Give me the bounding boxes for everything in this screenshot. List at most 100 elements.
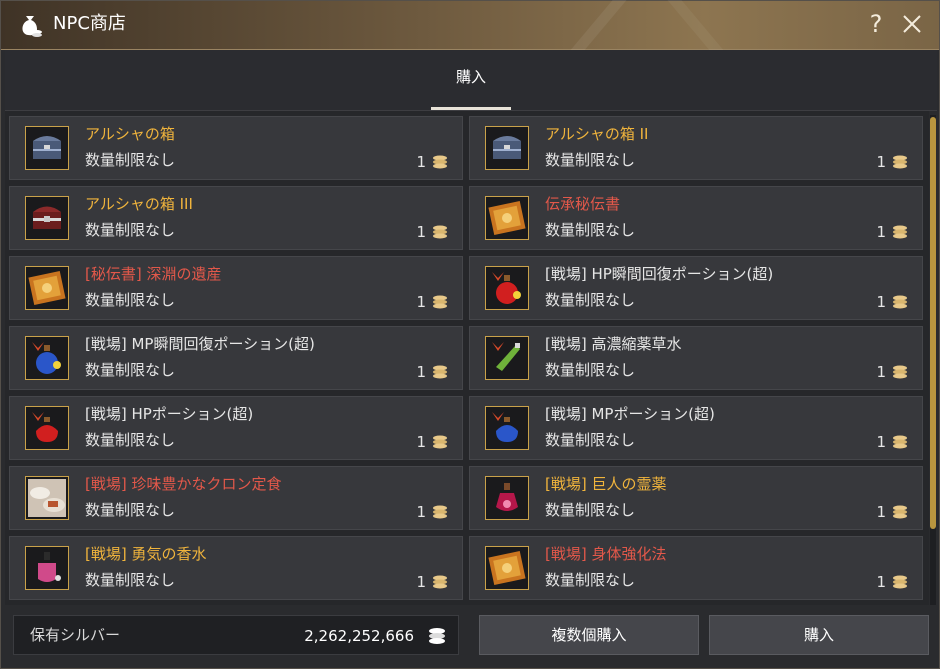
silver-balance: 保有シルバー 2,262,252,666 [13,615,459,655]
shop-item[interactable]: [戦場] HPポーション(超) 数量制限なし 1 [9,396,463,460]
item-price: 1 [416,223,426,241]
item-name: [戦場] MPポーション(超) [545,405,715,423]
item-limit: 数量制限なし [85,361,176,379]
coin-stack-icon [892,504,908,520]
coin-stack-icon [432,294,448,310]
tome-icon [485,546,529,590]
item-price: 1 [416,573,426,591]
meal-icon [25,476,69,520]
window-title: NPC商店 [53,13,126,34]
item-name: [戦場] 珍味豊かなクロン定食 [85,475,282,493]
scrollbar-thumb[interactable] [930,117,936,529]
shop-item[interactable]: [戦場] HP瞬間回復ポーション(超) 数量制限なし 1 [469,256,923,320]
tome-icon [25,266,69,310]
hp-potion-icon [485,266,529,310]
coin-stack-icon [432,434,448,450]
shop-item[interactable]: [戦場] 珍味豊かなクロン定食 数量制限なし 1 [9,466,463,530]
elixir-icon [485,476,529,520]
item-limit: 数量制限なし [545,151,636,169]
footer: 保有シルバー 2,262,252,666 複数個購入 購入 [1,606,939,668]
item-name: [戦場] HP瞬間回復ポーション(超) [545,265,774,283]
npc-shop-window: NPC商店 ? 購入 アルシャの箱 数量制限なし 1 アルシャの箱 II 数量制限なし 1… [0,0,940,669]
item-limit: 数量制限なし [85,571,176,589]
item-price: 1 [876,363,886,381]
item-price: 1 [416,293,426,311]
perfume-icon [25,546,69,590]
item-limit: 数量制限なし [545,221,636,239]
item-name: アルシャの箱 II [545,125,649,143]
item-limit: 数量制限なし [545,501,636,519]
item-limit: 数量制限なし [545,431,636,449]
coin-stack-icon [892,224,908,240]
item-price: 1 [876,293,886,311]
item-limit: 数量制限なし [85,431,176,449]
item-limit: 数量制限なし [545,571,636,589]
shop-item[interactable]: アルシャの箱 II 数量制限なし 1 [469,116,923,180]
shop-item[interactable]: 伝承秘伝書数量制限なし 1 [469,186,923,250]
item-price: 1 [416,503,426,521]
shop-item[interactable]: [戦場] 巨人の霊薬 数量制限なし 1 [469,466,923,530]
item-name: [戦場] 巨人の霊薬 [545,475,667,493]
item-limit: 数量制限なし [545,291,636,309]
shop-item[interactable]: [戦場] 勇気の香水 数量制限なし 1 [9,536,463,600]
item-price: 1 [876,573,886,591]
shop-item[interactable]: [戦場] 高濃縮薬草水 数量制限なし 1 [469,326,923,390]
chest-blue-icon [485,126,529,170]
money-bag-icon [22,16,42,37]
coin-stack-icon [892,434,908,450]
item-name: [戦場] 身体強化法 [545,545,667,563]
item-price: 1 [416,433,426,451]
title-bar[interactable]: NPC商店 ? [1,0,939,61]
shop-item[interactable]: アルシャの箱 数量制限なし 1 [9,116,463,180]
multi-buy-button[interactable]: 複数個購入 [479,615,699,655]
coin-stack-icon [432,224,448,240]
item-limit: 数量制限なし [85,501,176,519]
coin-stack-icon [429,628,445,644]
coin-stack-icon [892,154,908,170]
item-price: 1 [416,363,426,381]
buy-button[interactable]: 購入 [709,615,929,655]
item-price: 1 [876,153,886,171]
help-button[interactable]: ? [863,9,889,39]
item-price: 1 [876,223,886,241]
hp-flask-icon [25,406,69,450]
item-name: [戦場] HPポーション(超) [85,405,254,423]
coin-stack-icon [892,364,908,380]
silver-label: 保有シルバー [30,626,121,644]
item-name: アルシャの箱 III [85,195,193,213]
item-name: アルシャの箱 [85,125,175,143]
mp-potion-icon [25,336,69,380]
coin-stack-icon [432,504,448,520]
close-icon[interactable] [899,11,925,37]
coin-stack-icon [892,574,908,590]
coin-stack-icon [432,364,448,380]
tome-icon [485,196,529,240]
shop-item[interactable]: [戦場] 身体強化法 数量制限なし 1 [469,536,923,600]
item-price: 1 [416,153,426,171]
item-limit: 数量制限なし [85,291,176,309]
tab-bar: 購入 [5,50,937,111]
shop-item[interactable]: [戦場] MPポーション(超) 数量制限なし 1 [469,396,923,460]
chest-blue-icon [25,126,69,170]
item-name: [戦場] 勇気の香水 [85,545,207,563]
item-name: [戦場] MP瞬間回復ポーション(超) [85,335,315,353]
item-limit: 数量制限なし [85,221,176,239]
coin-stack-icon [432,154,448,170]
shop-item[interactable]: [戦場] MP瞬間回復ポーション(超) 数量制限なし 1 [9,326,463,390]
mp-flask-icon [485,406,529,450]
coin-stack-icon [432,574,448,590]
item-price: 1 [876,433,886,451]
herb-potion-icon [485,336,529,380]
coin-stack-icon [892,294,908,310]
tab-label: 購入 [455,68,486,86]
item-name: 伝承秘伝書 [545,195,621,213]
tab-active-indicator [431,107,511,110]
item-name: [秘伝書] 深淵の遺産 [85,265,222,283]
tab-purchase[interactable]: 購入 [431,50,511,110]
chest-red-icon [25,196,69,240]
item-limit: 数量制限なし [85,151,176,169]
shop-item[interactable]: [秘伝書] 深淵の遺産 数量制限なし 1 [9,256,463,320]
silver-value: 2,262,252,666 [304,627,414,645]
shop-item[interactable]: アルシャの箱 III 数量制限なし 1 [9,186,463,250]
item-list[interactable]: アルシャの箱 数量制限なし 1 アルシャの箱 II 数量制限なし 1 アルシャの箱 III 数… [5,111,929,605]
